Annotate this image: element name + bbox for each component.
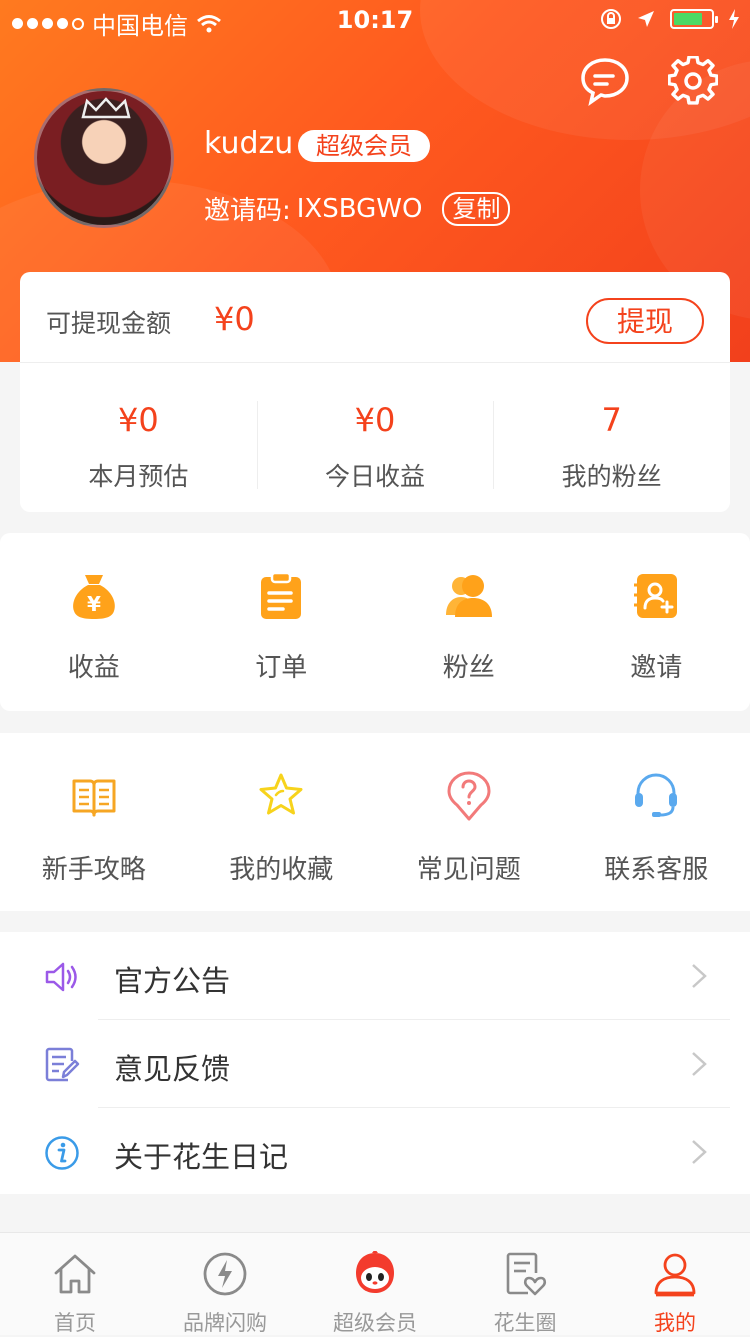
stat-month-estimate[interactable]: ¥0 本月预估 — [20, 363, 257, 513]
status-bar: 中国电信 10:17 — [0, 0, 750, 40]
shortcut-fans[interactable]: 粉丝 — [375, 533, 563, 711]
location-icon — [636, 9, 656, 29]
question-icon — [445, 771, 493, 821]
tab-mine[interactable]: 我的 — [600, 1233, 750, 1335]
stat-value: ¥0 — [257, 401, 494, 439]
chevron-right-icon — [690, 962, 708, 990]
info-icon — [44, 1135, 80, 1171]
tab-label: 我的 — [600, 1307, 750, 1337]
stat-label: 本月预估 — [20, 457, 257, 493]
shortcut-income[interactable]: ¥ 收益 — [0, 533, 188, 711]
service-support[interactable]: 联系客服 — [563, 733, 750, 911]
menu-item-announcement[interactable]: 官方公告 — [0, 932, 750, 1020]
service-label: 常见问题 — [375, 849, 563, 886]
clipboard-icon — [257, 571, 305, 621]
stat-fans[interactable]: 7 我的粉丝 — [493, 363, 730, 513]
shortcut-label: 邀请 — [563, 647, 750, 684]
balance-card: 可提现金额 ¥0 提现 ¥0 本月预估 ¥0 今日收益 7 我的粉丝 — [20, 272, 730, 512]
gear-icon[interactable] — [668, 56, 718, 106]
service-label: 我的收藏 — [188, 849, 376, 886]
shortcut-label: 收益 — [0, 647, 188, 684]
tab-home[interactable]: 首页 — [0, 1233, 150, 1335]
svg-text:¥: ¥ — [87, 592, 101, 616]
tab-peanut-circle[interactable]: 花生圈 — [450, 1233, 600, 1335]
service-label: 联系客服 — [563, 849, 750, 886]
star-icon — [257, 771, 305, 821]
message-icon[interactable] — [580, 56, 630, 106]
mascot-icon — [352, 1251, 398, 1297]
invite-icon — [632, 571, 680, 621]
shortcut-grid: ¥ 收益 订单 粉丝 邀 — [0, 533, 750, 711]
username: kudzu — [204, 126, 293, 161]
money-bag-icon: ¥ — [70, 571, 118, 621]
balance-amount: ¥0 — [214, 300, 255, 338]
menu-item-label: 官方公告 — [114, 958, 230, 1000]
invite-code: IXSBGWO — [297, 194, 423, 224]
service-guide[interactable]: 新手攻略 — [0, 733, 188, 911]
tab-flash-sale[interactable]: 品牌闪购 — [150, 1233, 300, 1335]
service-label: 新手攻略 — [0, 849, 188, 886]
invite-label: 邀请码: — [204, 190, 291, 227]
stat-today-income[interactable]: ¥0 今日收益 — [257, 363, 494, 513]
shortcut-label: 粉丝 — [375, 647, 563, 684]
withdraw-button[interactable]: 提现 — [586, 298, 704, 344]
tab-label: 超级会员 — [300, 1307, 450, 1337]
feedback-icon — [44, 1047, 80, 1083]
heart-note-icon — [502, 1251, 548, 1297]
stat-label: 我的粉丝 — [493, 457, 730, 493]
member-badge: 超级会员 — [298, 130, 430, 162]
tab-bar: 首页 品牌闪购 超级会员 花生圈 — [0, 1232, 750, 1335]
menu-item-feedback[interactable]: 意见反馈 — [0, 1020, 750, 1108]
home-icon — [52, 1251, 98, 1297]
battery-icon — [670, 9, 714, 29]
shortcut-label: 订单 — [188, 647, 376, 684]
chevron-right-icon — [690, 1050, 708, 1078]
service-faq[interactable]: 常见问题 — [375, 733, 563, 911]
menu-item-about[interactable]: 关于花生日记 — [0, 1108, 750, 1196]
tab-label: 品牌闪购 — [150, 1307, 300, 1337]
stat-value: 7 — [493, 401, 730, 439]
stat-label: 今日收益 — [257, 457, 494, 493]
flash-icon — [202, 1251, 248, 1297]
shortcut-orders[interactable]: 订单 — [188, 533, 376, 711]
crown-icon — [81, 97, 131, 119]
service-grid: 新手攻略 我的收藏 常见问题 联系客服 — [0, 733, 750, 911]
invite-row: 邀请码: IXSBGWO 复制 — [204, 190, 510, 227]
copy-button[interactable]: 复制 — [442, 192, 510, 226]
menu-item-label: 关于花生日记 — [114, 1134, 288, 1176]
tab-label: 花生圈 — [450, 1307, 600, 1337]
charging-icon — [728, 9, 740, 29]
shortcut-invite[interactable]: 邀请 — [563, 533, 750, 711]
headset-icon — [632, 771, 680, 821]
chevron-right-icon — [690, 1138, 708, 1166]
menu-item-label: 意见反馈 — [114, 1046, 230, 1088]
speaker-icon — [44, 959, 80, 995]
tab-super-member[interactable]: 超级会员 — [300, 1233, 450, 1335]
avatar[interactable] — [34, 88, 174, 228]
book-icon — [70, 771, 118, 821]
service-favorites[interactable]: 我的收藏 — [188, 733, 376, 911]
tab-label: 首页 — [0, 1307, 150, 1337]
menu-list: 官方公告 意见反馈 关于花生日记 — [0, 932, 750, 1194]
person-icon — [652, 1251, 698, 1297]
rotation-lock-icon — [600, 8, 622, 30]
fans-icon — [443, 571, 495, 621]
stat-value: ¥0 — [20, 401, 257, 439]
balance-label: 可提现金额 — [46, 304, 171, 340]
